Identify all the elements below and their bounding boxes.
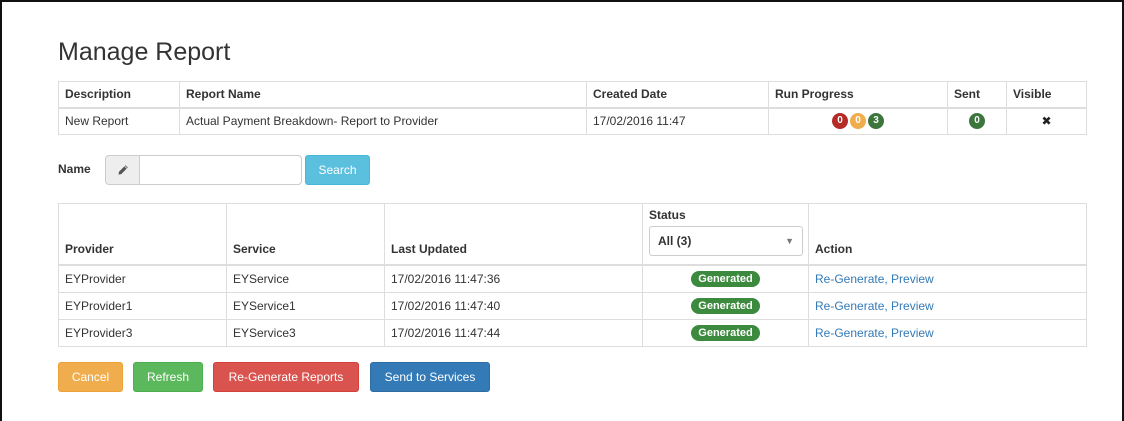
col-provider: Provider bbox=[58, 203, 227, 266]
provider-cell: EYProvider1 bbox=[58, 291, 227, 320]
report-row: New Report Actual Payment Breakdown- Rep… bbox=[58, 107, 1087, 135]
report-table-header: Description Report Name Created Date Run… bbox=[58, 81, 1087, 109]
send-to-services-button[interactable]: Send to Services bbox=[370, 362, 490, 392]
refresh-button[interactable]: Refresh bbox=[133, 362, 203, 392]
status-filter-value: All (3) bbox=[658, 234, 692, 248]
progress-pending-badge: 0 bbox=[850, 113, 866, 130]
visible-cell: ✖ bbox=[1006, 107, 1087, 135]
regenerate-preview-link[interactable]: Re-Generate, Preview bbox=[815, 326, 934, 340]
service-cell: EYService3 bbox=[226, 318, 385, 347]
action-cell: Re-Generate, Preview bbox=[808, 291, 1087, 320]
name-search-input[interactable] bbox=[139, 155, 302, 185]
last-updated-cell: 17/02/2016 11:47:40 bbox=[384, 291, 643, 320]
last-updated-cell: 17/02/2016 11:47:36 bbox=[384, 264, 643, 293]
report-name: Actual Payment Breakdown- Report to Prov… bbox=[179, 107, 587, 135]
col-report-name: Report Name bbox=[179, 81, 587, 109]
col-visible: Visible bbox=[1006, 81, 1087, 109]
col-status: Status All (3) ▼ bbox=[642, 203, 809, 266]
col-service: Service bbox=[226, 203, 385, 266]
pencil-icon-svg bbox=[118, 165, 128, 175]
caret-down-icon: ▼ bbox=[785, 236, 794, 246]
status-badge: Generated bbox=[691, 324, 760, 341]
pencil-icon bbox=[105, 155, 140, 185]
progress-complete-badge: 3 bbox=[868, 113, 884, 130]
status-badge: Generated bbox=[691, 297, 760, 314]
status-header-label: Status bbox=[649, 208, 686, 222]
service-cell: EYService1 bbox=[226, 291, 385, 320]
sent-badge: 0 bbox=[969, 113, 985, 130]
provider-table-header: Provider Service Last Updated Status All… bbox=[58, 203, 1087, 266]
name-label: Name bbox=[58, 162, 91, 176]
report-table: Description Report Name Created Date Run… bbox=[58, 81, 1087, 135]
col-created-date: Created Date bbox=[586, 81, 769, 109]
provider-cell: EYProvider3 bbox=[58, 318, 227, 347]
run-progress-cell: 003 bbox=[768, 107, 948, 135]
col-last-updated: Last Updated bbox=[384, 203, 643, 266]
report-description: New Report bbox=[58, 107, 180, 135]
last-updated-cell: 17/02/2016 11:47:44 bbox=[384, 318, 643, 347]
col-description: Description bbox=[58, 81, 180, 109]
status-cell: Generated bbox=[642, 291, 809, 320]
action-cell: Re-Generate, Preview bbox=[808, 318, 1087, 347]
regenerate-reports-button[interactable]: Re-Generate Reports bbox=[213, 362, 359, 392]
report-created-date: 17/02/2016 11:47 bbox=[586, 107, 769, 135]
sent-cell: 0 bbox=[947, 107, 1007, 135]
provider-table: Provider Service Last Updated Status All… bbox=[58, 203, 1087, 347]
page-title: Manage Report bbox=[58, 38, 231, 66]
status-badge: Generated bbox=[691, 270, 760, 287]
regenerate-preview-link[interactable]: Re-Generate, Preview bbox=[815, 299, 934, 313]
regenerate-preview-link[interactable]: Re-Generate, Preview bbox=[815, 272, 934, 286]
status-filter-select[interactable]: All (3) ▼ bbox=[649, 226, 803, 256]
provider-cell: EYProvider bbox=[58, 264, 227, 293]
table-row: EYProvider EYService 17/02/2016 11:47:36… bbox=[58, 264, 1087, 293]
status-cell: Generated bbox=[642, 318, 809, 347]
search-button[interactable]: Search bbox=[305, 155, 370, 185]
table-row: EYProvider1 EYService1 17/02/2016 11:47:… bbox=[58, 291, 1087, 320]
col-action: Action bbox=[808, 203, 1087, 266]
cross-icon[interactable]: ✖ bbox=[1041, 114, 1051, 128]
cancel-button[interactable]: Cancel bbox=[58, 362, 123, 392]
progress-failed-badge: 0 bbox=[832, 113, 848, 130]
col-sent: Sent bbox=[947, 81, 1007, 109]
table-row: EYProvider3 EYService3 17/02/2016 11:47:… bbox=[58, 318, 1087, 347]
action-cell: Re-Generate, Preview bbox=[808, 264, 1087, 293]
status-cell: Generated bbox=[642, 264, 809, 293]
service-cell: EYService bbox=[226, 264, 385, 293]
col-run-progress: Run Progress bbox=[768, 81, 948, 109]
